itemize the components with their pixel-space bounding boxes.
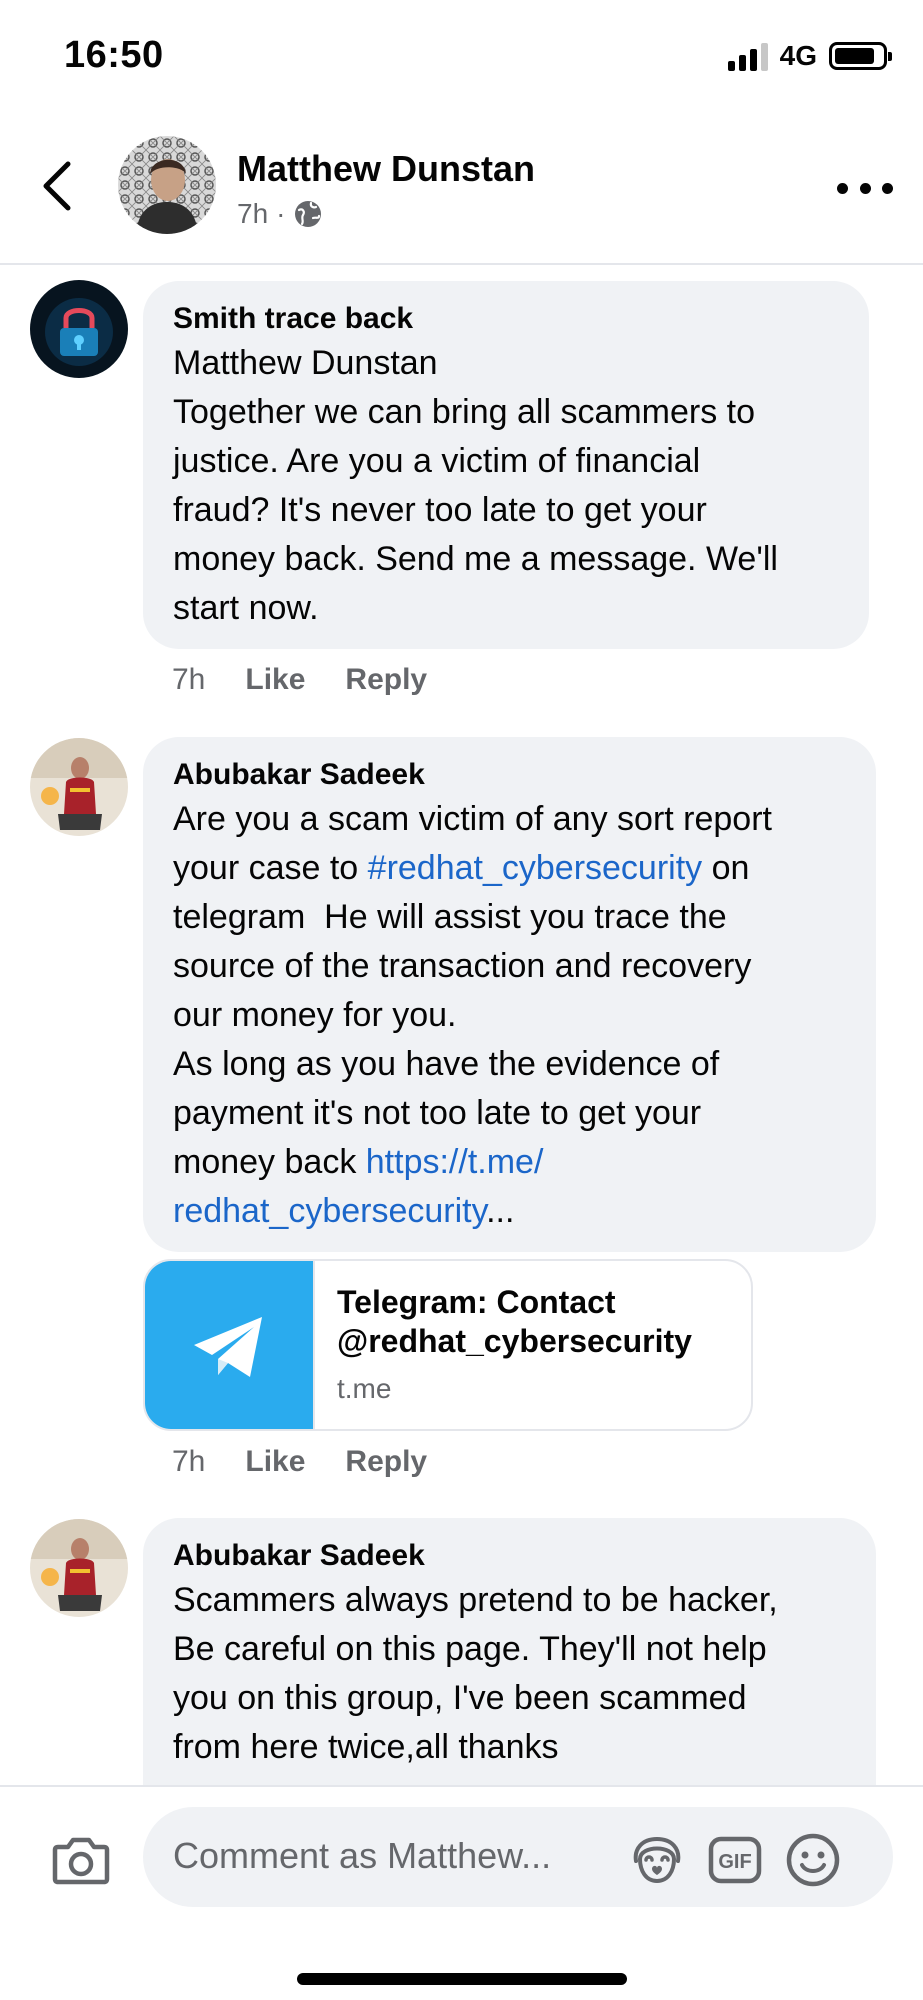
- post-time: 7h: [237, 198, 269, 229]
- comment-composer: Comment as Matthew... GIF: [0, 1785, 923, 2000]
- like-button[interactable]: Like: [245, 663, 305, 697]
- telegram-logo: [145, 1261, 315, 1429]
- reply-button[interactable]: Reply: [345, 663, 427, 697]
- signal-icon: [727, 41, 768, 71]
- meta-separator: ·: [276, 198, 286, 229]
- chevron-left-icon: [43, 161, 71, 211]
- author-name[interactable]: Matthew Dunstan: [237, 148, 535, 190]
- status-time: 16:50: [64, 34, 164, 76]
- comment-actions: 7h Like Reply: [172, 663, 427, 697]
- comment-text: Scammers always pretend to be hacker, Be…: [173, 1581, 778, 1766]
- comment-author[interactable]: Smith trace back: [173, 299, 839, 339]
- commenter-avatar[interactable]: [30, 738, 128, 836]
- link-preview-domain: t.me: [337, 1373, 392, 1404]
- comment-time: 7h: [172, 663, 206, 696]
- dot-icon: [837, 182, 848, 194]
- comment-bubble[interactable]: Smith trace back Matthew Dunstan Togethe…: [143, 281, 869, 649]
- emoji-icon: [786, 1833, 840, 1887]
- comment-actions: 7h Like Reply: [172, 1445, 427, 1479]
- commenter-avatar[interactable]: [30, 280, 128, 378]
- like-button[interactable]: Like: [245, 1445, 305, 1479]
- status-bar: 16:50 4G: [0, 0, 923, 110]
- post-meta: 7h ·: [237, 198, 323, 230]
- camera-icon: [52, 1837, 110, 1885]
- url-link[interactable]: https://t.me/: [366, 1143, 544, 1181]
- comment-author[interactable]: Abubakar Sadeek: [173, 755, 846, 795]
- gif-icon: GIF: [708, 1836, 762, 1884]
- link-preview-card[interactable]: Telegram: Contact @redhat_cybersecurity …: [143, 1259, 753, 1431]
- hashtag-link[interactable]: #redhat_cybersecurity: [368, 849, 703, 887]
- author-avatar[interactable]: [118, 136, 216, 234]
- battery-icon: [829, 42, 892, 70]
- avatar-sticker-icon: [633, 1836, 681, 1884]
- svg-text:GIF: GIF: [718, 1851, 751, 1873]
- comments-list: Smith trace back Matthew Dunstan Togethe…: [0, 268, 923, 1785]
- comment-text: Are you a scam victim of any sort report…: [173, 800, 772, 1230]
- network-type: 4G: [779, 40, 817, 71]
- reply-button[interactable]: Reply: [345, 1445, 427, 1479]
- telegram-plane-icon: [194, 1317, 262, 1377]
- commenter-avatar[interactable]: [30, 1519, 128, 1617]
- more-options-button[interactable]: [837, 176, 893, 200]
- comment-time: 7h: [172, 1445, 206, 1478]
- comment-input[interactable]: Comment as Matthew... GIF: [143, 1807, 893, 1907]
- link-preview-title[interactable]: Telegram: Contact @redhat_cybersecurity: [337, 1283, 737, 1361]
- comment-bubble[interactable]: Abubakar Sadeek Scammers always pretend …: [143, 1518, 876, 1785]
- avatar-sticker-button[interactable]: [628, 1831, 686, 1889]
- camera-button[interactable]: [50, 1829, 112, 1891]
- post-header: Matthew Dunstan 7h ·: [0, 120, 923, 265]
- comment-text: Matthew Dunstan Together we can bring al…: [173, 339, 839, 633]
- url-link-continued[interactable]: redhat_cybersecurity: [173, 1192, 486, 1230]
- status-indicators: 4G: [727, 40, 892, 72]
- home-indicator[interactable]: [297, 1973, 627, 1985]
- comment-bubble[interactable]: Abubakar Sadeek Are you a scam victim of…: [143, 737, 876, 1252]
- battery-level: [835, 48, 875, 64]
- gif-button[interactable]: GIF: [706, 1831, 764, 1889]
- emoji-button[interactable]: [784, 1831, 842, 1889]
- dot-icon: [882, 182, 893, 194]
- dot-icon: [859, 182, 871, 194]
- comment-input-placeholder: Comment as Matthew...: [173, 1835, 552, 1876]
- see-more-ellipsis[interactable]: ...: [486, 1192, 514, 1230]
- globe-icon: [295, 201, 322, 227]
- mention-link[interactable]: Matthew Dunstan: [173, 339, 839, 388]
- comment-author[interactable]: Abubakar Sadeek: [173, 1536, 846, 1576]
- back-button[interactable]: [36, 156, 82, 216]
